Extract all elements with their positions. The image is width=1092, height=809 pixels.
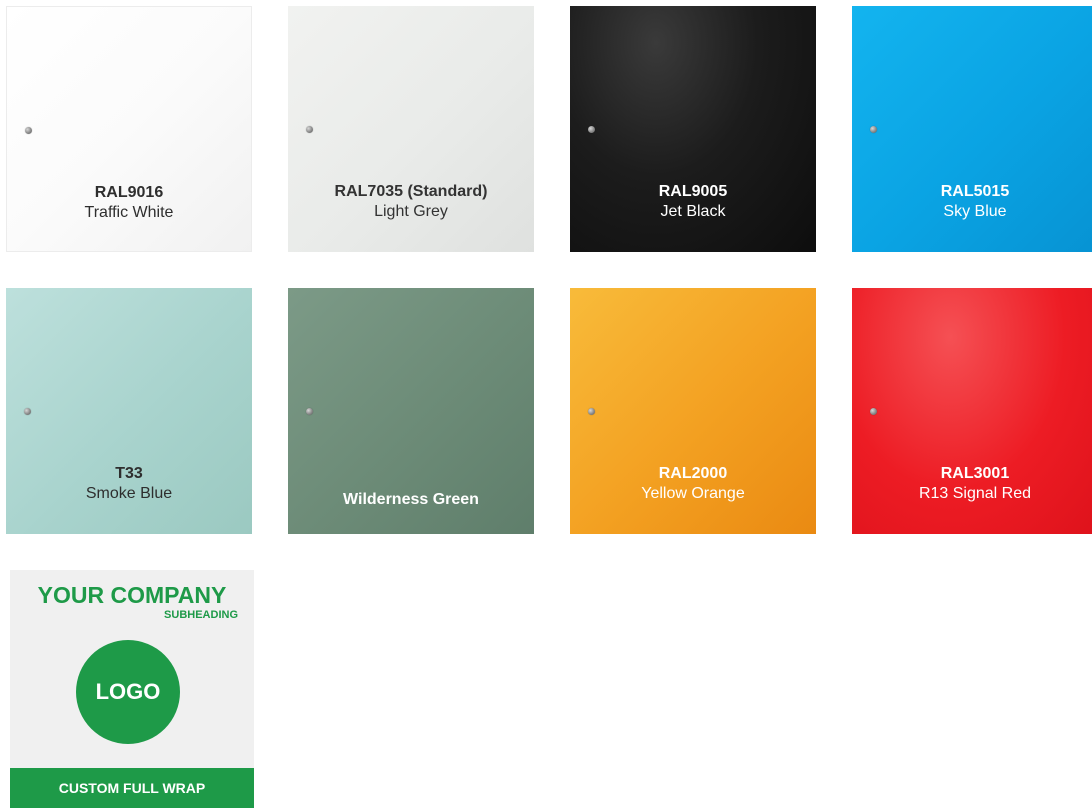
lock-knob-icon [306,408,313,415]
swatch-name: Yellow Orange [641,485,745,502]
swatch-code: RAL9005 [658,183,728,200]
lock-knob-icon [870,408,877,415]
swatch-name: Smoke Blue [85,485,173,502]
swatch-name: Wilderness Green [343,491,479,508]
logo-placeholder: LOGO [76,640,180,744]
company-name: YOUR COMPANY [37,582,227,608]
lock-knob-icon [588,408,595,415]
swatch-code: RAL9016 [94,184,164,201]
lock-knob-icon [306,126,313,133]
swatch-code: RAL7035 (Standard) [334,183,488,200]
swatch-name: R13 Signal Red [918,485,1032,502]
swatch-name: Light Grey [374,203,448,220]
swatch-label: RAL9016 Traffic White [7,183,251,223]
swatch-name: Traffic White [84,204,174,221]
swatch-label: RAL7035 (Standard) Light Grey [288,182,534,222]
colour-swatch-grid: RAL9016 Traffic White RAL7035 (Standard)… [0,0,1092,809]
custom-full-wrap-banner: CUSTOM FULL WRAP [10,768,254,808]
swatch-sky-blue[interactable]: RAL5015 Sky Blue [852,6,1092,252]
swatch-smoke-blue[interactable]: T33 Smoke Blue [6,288,252,534]
lock-knob-icon [588,126,595,133]
swatch-label: Wilderness Green [288,490,534,510]
swatch-signal-red[interactable]: RAL3001 R13 Signal Red [852,288,1092,534]
lock-knob-icon [24,408,31,415]
swatch-traffic-white[interactable]: RAL9016 Traffic White [6,6,252,252]
swatch-label: RAL5015 Sky Blue [852,182,1092,222]
swatch-wilderness-green[interactable]: Wilderness Green [288,288,534,534]
swatch-jet-black[interactable]: RAL9005 Jet Black [570,6,816,252]
swatch-code: RAL2000 [658,465,728,482]
swatch-code: T33 [115,465,143,482]
company-subheading: SUBHEADING [164,609,238,621]
custom-full-wrap-swatch[interactable]: YOUR COMPANY SUBHEADING LOGO CUSTOM FULL… [10,570,254,808]
swatch-name: Jet Black [660,203,726,220]
lock-knob-icon [870,126,877,133]
swatch-code: RAL3001 [940,465,1010,482]
swatch-label: T33 Smoke Blue [6,464,252,504]
swatch-label: RAL3001 R13 Signal Red [852,464,1092,504]
swatch-light-grey[interactable]: RAL7035 (Standard) Light Grey [288,6,534,252]
lock-knob-icon [25,127,32,134]
swatch-label: RAL9005 Jet Black [570,182,816,222]
swatch-code: RAL5015 [940,183,1010,200]
swatch-label: RAL2000 Yellow Orange [570,464,816,504]
swatch-yellow-orange[interactable]: RAL2000 Yellow Orange [570,288,816,534]
swatch-name: Sky Blue [943,203,1007,220]
